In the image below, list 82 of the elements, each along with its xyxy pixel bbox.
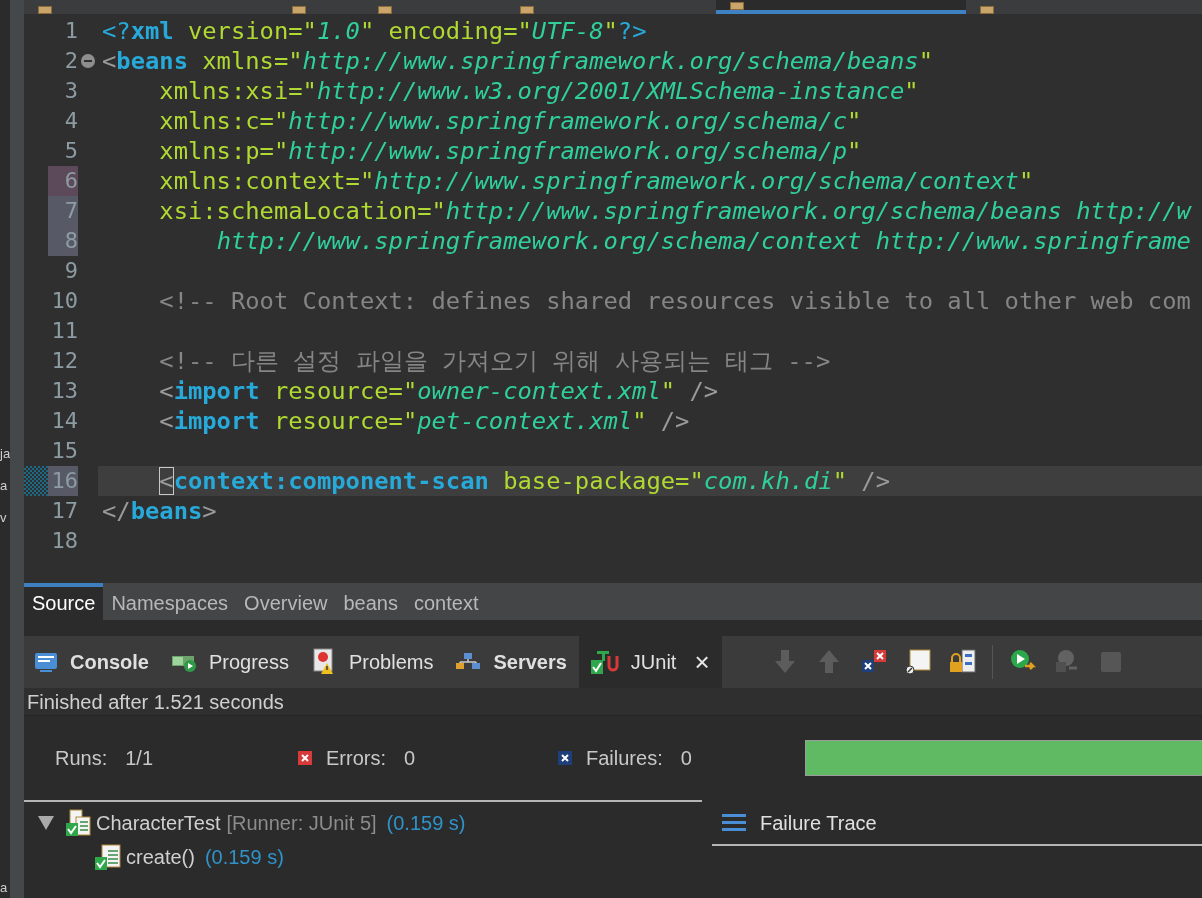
line-number: 8 bbox=[48, 226, 78, 256]
cut-text: a bbox=[0, 477, 9, 495]
test-time: (0.159 s) bbox=[204, 845, 284, 869]
test-time: (0.159 s) bbox=[386, 811, 466, 835]
cut-text: a bbox=[0, 879, 9, 897]
code-line: http://www.springframework.org/schema/context http://www.springframe bbox=[215, 226, 1192, 256]
view-tab[interactable]: Problems bbox=[300, 636, 446, 688]
view-tab[interactable]: Console bbox=[24, 636, 161, 688]
editor-tab[interactable]: context bbox=[405, 583, 487, 620]
code-line: xmlns:c="http://www.springframework.org/schema/c" bbox=[158, 106, 863, 136]
file-icon bbox=[38, 6, 52, 14]
tab-label: JUnit bbox=[630, 650, 677, 674]
code-line: <!-- 다른 설정 파일을 가져오기 위해 사용되는 태그 --> bbox=[158, 346, 832, 376]
line-number: 14 bbox=[50, 407, 78, 435]
file-tab[interactable] bbox=[716, 0, 966, 14]
tab-label: Console bbox=[70, 650, 149, 674]
editor-tab[interactable]: Overview bbox=[236, 583, 336, 620]
cut-text: ja bbox=[0, 445, 10, 463]
code-line: <?xml version="1.0" encoding="UTF-8"?> bbox=[101, 16, 648, 46]
tab-label: Servers bbox=[493, 650, 567, 674]
page-icon[interactable] bbox=[903, 648, 932, 676]
view-tab[interactable]: Servers bbox=[445, 636, 579, 688]
console-icon bbox=[34, 651, 58, 673]
code-line: </beans> bbox=[101, 496, 218, 526]
line-number: 17 bbox=[50, 497, 78, 525]
line-number: 15 bbox=[50, 437, 78, 465]
line-number: 18 bbox=[50, 527, 78, 555]
code-line: xmlns:xsi="http://www.w3.org/2001/XMLSchema-instance" bbox=[158, 76, 920, 106]
code-line: <beans xmlns="http://www.springframework.org/schema/beans" bbox=[101, 46, 934, 76]
close-button[interactable]: × bbox=[694, 646, 710, 678]
class-test-icon bbox=[64, 809, 92, 837]
file-icon bbox=[980, 6, 994, 14]
counter-value: 0 bbox=[680, 746, 692, 770]
counter-value: 0 bbox=[404, 746, 416, 770]
file-icon bbox=[378, 6, 392, 14]
status-text: Finished after 1.521 seconds bbox=[24, 688, 1202, 716]
counter-value: 1/1 bbox=[125, 746, 154, 770]
line-number: 9 bbox=[63, 257, 78, 285]
editor-tab[interactable]: Namespaces bbox=[103, 583, 237, 620]
code-line: <import resource="pet-context.xml" /> bbox=[158, 406, 691, 436]
tab-label: Progress bbox=[208, 650, 289, 674]
code-line: <import resource="owner-context.xml" /> bbox=[158, 376, 720, 406]
lock-icon[interactable] bbox=[947, 648, 976, 676]
runner-label: [Runner: JUnit 5] bbox=[226, 811, 377, 835]
line-number: 7 bbox=[48, 196, 78, 226]
collapse-icon[interactable] bbox=[80, 53, 96, 69]
line-number: 2 bbox=[63, 47, 78, 75]
line-number: 6 bbox=[48, 166, 78, 196]
counter-label: Runs: bbox=[55, 746, 108, 770]
line-number: 1 bbox=[63, 17, 78, 45]
line-number: 16 bbox=[48, 466, 78, 496]
file-icon bbox=[730, 2, 744, 10]
line-number: 12 bbox=[50, 347, 78, 375]
file-icon bbox=[520, 6, 534, 14]
file-icon bbox=[292, 6, 306, 14]
panel-title: Failure Trace bbox=[760, 811, 877, 835]
editor-tab[interactable]: Source bbox=[24, 583, 104, 620]
counter-label: Errors: bbox=[326, 746, 386, 770]
tab-label: Problems bbox=[348, 650, 434, 674]
test-name[interactable]: create() bbox=[126, 845, 195, 869]
method-test-icon bbox=[94, 843, 122, 871]
line-number: 11 bbox=[50, 317, 78, 345]
code-line: <!-- Root Context: defines shared resources visible to all other web com bbox=[158, 286, 1192, 316]
view-tab[interactable]: JUnit × bbox=[578, 636, 722, 688]
counter-label: Failures: bbox=[586, 746, 663, 770]
editor-tab[interactable]: beans bbox=[335, 583, 406, 620]
code-line: xmlns:context="http://www.springframework.org/schema/context" bbox=[158, 166, 1035, 196]
line-number: 5 bbox=[63, 137, 78, 165]
error-icon bbox=[298, 751, 312, 765]
code-line: xmlns:p="http://www.springframework.org/schema/p" bbox=[158, 136, 863, 166]
test-name[interactable]: CharacterTest bbox=[96, 811, 221, 835]
view-tab[interactable]: Progress bbox=[160, 636, 301, 688]
line-number: 3 bbox=[63, 77, 78, 105]
line-number: 13 bbox=[50, 377, 78, 405]
list-icon bbox=[722, 813, 746, 833]
test-icon bbox=[588, 648, 619, 676]
triangle-icon[interactable] bbox=[38, 816, 54, 830]
cut-text: v bbox=[0, 509, 8, 527]
failure-icon bbox=[558, 751, 572, 765]
line-number: 10 bbox=[50, 287, 78, 315]
line-number: 4 bbox=[63, 107, 78, 135]
code-line: xsi:schemaLocation="http://www.springframework.org/schema/beans http://w bbox=[158, 196, 1193, 226]
